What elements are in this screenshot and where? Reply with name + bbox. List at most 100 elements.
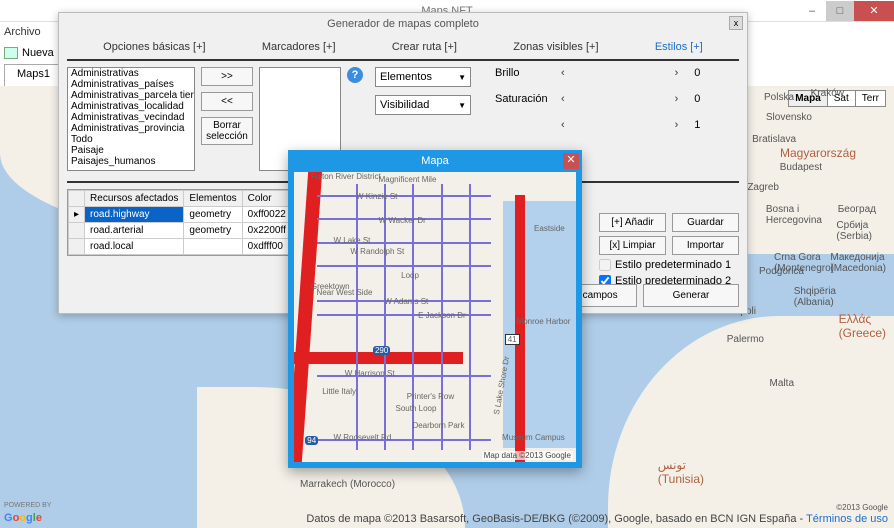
label-magyar: Magyarország	[780, 146, 856, 160]
chevron-down-icon: ▼	[458, 101, 466, 110]
preset1-checkbox[interactable]: Estilo predeterminado 1	[599, 259, 739, 271]
label-zagreb: Zagreb	[747, 182, 779, 193]
label-shqip: Shqipëria (Albania)	[794, 286, 836, 308]
tab-basic[interactable]: Opciones básicas [+]	[103, 41, 205, 53]
menu-file[interactable]: Archivo	[4, 26, 41, 38]
area-label: Dearborn Park	[412, 421, 464, 430]
clear-button[interactable]: [x] Limpiar	[599, 236, 666, 255]
map-attribution: Datos de mapa ©2013 Basarsoft, GeoBasis-…	[306, 513, 888, 525]
slider-dec[interactable]: ‹	[561, 93, 565, 105]
table-row[interactable]: road.local0xdfff00	[69, 239, 303, 255]
elementos-combo[interactable]: Elementos▼	[375, 67, 471, 87]
label-palermo: Palermo	[727, 334, 764, 345]
maximize-button[interactable]: □	[826, 1, 854, 21]
table-row[interactable]: ▸road.highwaygeometry0xff0022	[69, 207, 303, 223]
label-maroc: Marrakech (Morocco)	[300, 479, 395, 490]
map-preview[interactable]: Magnificent Mile Fulton River District W…	[294, 172, 576, 462]
slider-dec[interactable]: ‹	[561, 67, 565, 79]
street-label: W Adams St	[384, 297, 428, 306]
map-dialog-title: Mapa	[421, 155, 449, 167]
google-logo: POWERED BY Google	[4, 502, 51, 524]
area-label: Printer's Row	[407, 392, 454, 401]
slider-dec[interactable]: ‹	[561, 119, 565, 131]
label-copyright: ©2013 Google	[836, 503, 888, 512]
list-item[interactable]: Administrativas	[68, 68, 194, 79]
slider-gamma: ‹ › 1	[495, 119, 700, 131]
street-label: Eastside	[534, 224, 565, 233]
dialog-tabs: Opciones básicas [+] Marcadores [+] Crea…	[67, 35, 739, 61]
list-item[interactable]: Paisajes_humanos	[68, 156, 194, 167]
list-item[interactable]: Administrativas_vecindad	[68, 112, 194, 123]
label-slovensko: Slovensko	[766, 112, 812, 123]
slider-saturacion: Saturación ‹ › 0	[495, 93, 700, 105]
tab-markers[interactable]: Marcadores [+]	[262, 41, 336, 53]
minimize-button[interactable]: –	[798, 1, 826, 21]
street-label: W Lake St	[333, 236, 370, 245]
label-malta: Malta	[770, 378, 794, 389]
list-item[interactable]: Administrativas_provincia	[68, 123, 194, 134]
list-item[interactable]: Administrativas_localidad	[68, 101, 194, 112]
col-elementos[interactable]: Elementos	[184, 191, 242, 207]
label-srbija: Србија (Serbia)	[836, 220, 872, 242]
terms-link[interactable]: Términos de uso	[806, 513, 888, 525]
list-item[interactable]: Paisaje	[68, 145, 194, 156]
street-label: Magnificent Mile	[379, 175, 437, 184]
move-left-button[interactable]: <<	[201, 92, 253, 111]
label-maked: Македонија (Macedonia)	[830, 252, 886, 274]
street-label: W Kinzie St	[356, 192, 397, 201]
label-beograd: Београд	[838, 204, 876, 215]
map-dialog-close-button[interactable]: ✕	[563, 153, 579, 169]
visibilidad-combo[interactable]: Visibilidad▼	[375, 95, 471, 115]
shield-i94: 94	[305, 436, 318, 445]
dialog-close-button[interactable]: x	[729, 16, 743, 30]
label-tunis: تونس (Tunisia)	[658, 458, 704, 486]
feature-listbox[interactable]: Administrativas Administrativas_países A…	[67, 67, 195, 171]
dialog-title: Generador de mapas completo	[327, 18, 479, 30]
street-label: W Wacker Dr	[379, 216, 426, 225]
street-label: Monroe Harbor	[517, 317, 571, 326]
map-type-terr[interactable]: Terr	[856, 91, 885, 106]
street-label: Fulton River District	[311, 172, 381, 181]
area-label: Museum Campus	[502, 433, 565, 442]
col-color[interactable]: Color	[242, 191, 291, 207]
label-bratislava: Bratislava	[752, 134, 796, 145]
slider-inc[interactable]: ›	[675, 93, 679, 105]
inner-map-attribution: Map data ©2013 Google	[482, 451, 573, 460]
slider-inc[interactable]: ›	[675, 67, 679, 79]
tab-maps1[interactable]: Maps1	[4, 64, 63, 86]
add-button[interactable]: [+] Añadir	[599, 213, 666, 232]
new-label: Nueva	[22, 47, 54, 59]
generate-button[interactable]: Generar	[643, 284, 739, 307]
tab-zones[interactable]: Zonas visibles [+]	[513, 41, 598, 53]
dialog-title-bar: Generador de mapas completo x	[59, 13, 747, 35]
import-button[interactable]: Importar	[672, 236, 739, 255]
save-button[interactable]: Guardar	[672, 213, 739, 232]
slider-inc[interactable]: ›	[675, 119, 679, 131]
label-krakow: Kraków	[811, 88, 844, 99]
slider-brillo: Brillo ‹ › 0	[495, 67, 700, 79]
street-label: W Randolph St	[350, 247, 404, 256]
label-podgorica: Podgorica	[759, 266, 804, 277]
clear-selection-button[interactable]: Borrar selección	[201, 117, 253, 145]
label-polska: Polska	[764, 92, 794, 103]
list-item[interactable]: Administrativas_países	[68, 79, 194, 90]
street-label: W Roosevelt Rd	[333, 433, 391, 442]
styles-grid[interactable]: Recursos afectadosElementosColor ▸road.h…	[67, 189, 304, 256]
col-recursos[interactable]: Recursos afectados	[85, 191, 184, 207]
area-label: Loop	[401, 271, 419, 280]
new-button[interactable]: Nueva	[4, 47, 54, 59]
tab-styles[interactable]: Estilos [+]	[655, 41, 703, 53]
area-label: Little Italy	[322, 387, 356, 396]
area-label: Near West Side	[317, 288, 373, 297]
street-label: W Harrison St	[345, 369, 395, 378]
chevron-down-icon: ▼	[458, 73, 466, 82]
table-row[interactable]: road.arterialgeometry0x2200ff	[69, 223, 303, 239]
label-bosnia: Bosna i Hercegovina	[766, 204, 822, 226]
move-right-button[interactable]: >>	[201, 67, 253, 86]
close-button[interactable]: ✕	[854, 1, 894, 21]
list-item[interactable]: Administrativas_parcela tierra	[68, 90, 194, 101]
tab-route[interactable]: Crear ruta [+]	[392, 41, 457, 53]
help-icon[interactable]: ?	[347, 67, 363, 83]
list-item[interactable]: Todo	[68, 134, 194, 145]
map-dialog-title-bar[interactable]: Mapa ✕	[288, 150, 582, 172]
